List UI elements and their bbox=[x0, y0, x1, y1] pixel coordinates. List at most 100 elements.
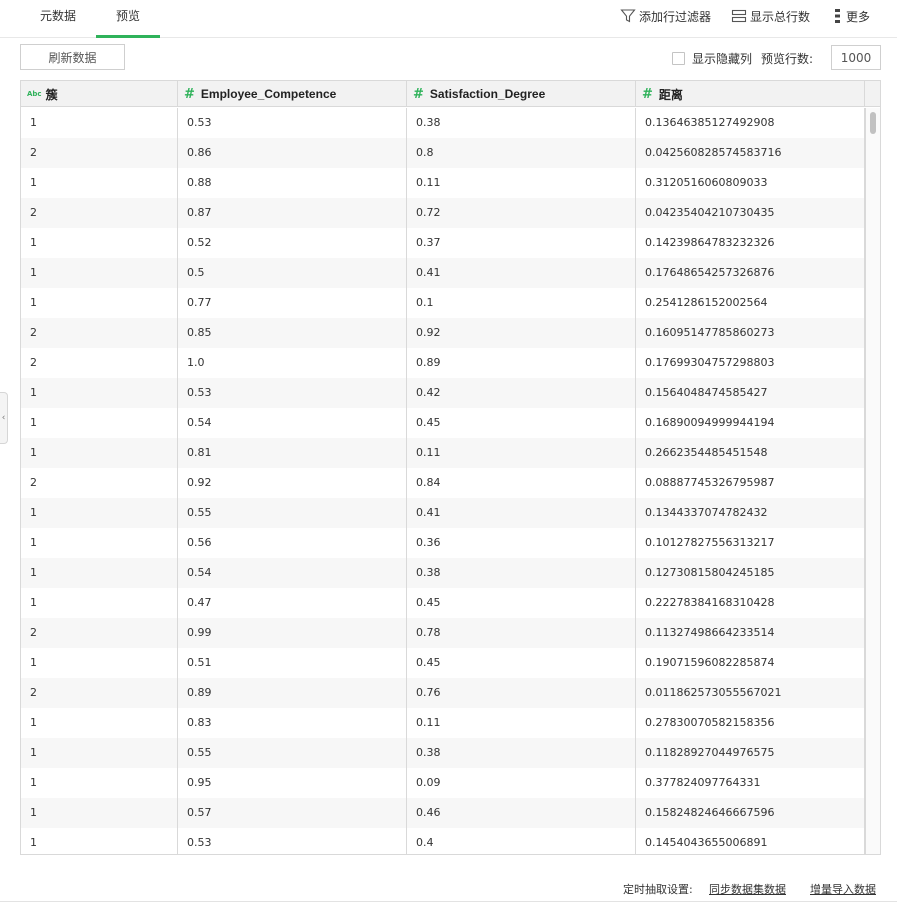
add-row-filter-label: 添加行过滤器 bbox=[639, 9, 712, 24]
table-cell: 0.1564048474585427 bbox=[636, 378, 865, 408]
table-row[interactable]: 1 0.83 0.11 0.27830070582158356 bbox=[21, 708, 865, 738]
vertical-scrollbar[interactable] bbox=[865, 108, 880, 854]
table-cell: 0.87 bbox=[178, 198, 407, 228]
table-row[interactable]: 2 0.86 0.8 0.042560828574583716 bbox=[21, 138, 865, 168]
table-cell: 1 bbox=[21, 558, 178, 588]
table-cell: 0.27830070582158356 bbox=[636, 708, 865, 738]
table-row[interactable]: 1 0.47 0.45 0.22278384168310428 bbox=[21, 588, 865, 618]
collapse-panel-handle[interactable]: ‹ bbox=[0, 392, 8, 444]
table-cell: 2 bbox=[21, 348, 178, 378]
table-row[interactable]: 1 0.55 0.41 0.1344337074782432 bbox=[21, 498, 865, 528]
preview-rows-label: 预览行数: bbox=[761, 52, 814, 66]
table-row[interactable]: 1 0.51 0.45 0.19071596082285874 bbox=[21, 648, 865, 678]
table-cell: 1 bbox=[21, 438, 178, 468]
scrollbar-thumb[interactable] bbox=[870, 112, 876, 134]
table-row[interactable]: 1 0.5 0.41 0.17648654257326876 bbox=[21, 258, 865, 288]
table-cell: 1 bbox=[21, 168, 178, 198]
table-cell: 0.56 bbox=[178, 528, 407, 558]
table-cell: 0.54 bbox=[178, 408, 407, 438]
column-header[interactable]: Abc 簇 bbox=[21, 81, 178, 107]
column-header-label: 距离 bbox=[658, 87, 683, 102]
table-cell: 0.3120516060809033 bbox=[636, 168, 865, 198]
more-label: 更多 bbox=[846, 9, 871, 24]
column-header-label: Satisfaction_Degree bbox=[429, 87, 546, 101]
show-hidden-columns-checkbox[interactable] bbox=[672, 52, 685, 65]
table-cell: 0.38 bbox=[407, 738, 636, 768]
show-hidden-columns-toggle[interactable]: 显示隐藏列 bbox=[672, 50, 752, 67]
add-row-filter-button[interactable]: 添加行过滤器 bbox=[620, 6, 711, 26]
table-row[interactable]: 2 0.87 0.72 0.04235404210730435 bbox=[21, 198, 865, 228]
table-cell: 0.17699304757298803 bbox=[636, 348, 865, 378]
table-row[interactable]: 2 0.92 0.84 0.08887745326795987 bbox=[21, 468, 865, 498]
table-row[interactable]: 1 0.52 0.37 0.14239864783232326 bbox=[21, 228, 865, 258]
table-cell: 1 bbox=[21, 708, 178, 738]
table-cell: 0.1454043655006891 bbox=[636, 828, 865, 854]
table-row[interactable]: 2 1.0 0.89 0.17699304757298803 bbox=[21, 348, 865, 378]
table-cell: 0.38 bbox=[407, 558, 636, 588]
table-cell: 0.12730815804245185 bbox=[636, 558, 865, 588]
column-header[interactable]: # 距离 bbox=[636, 81, 865, 107]
table-cell: 0.81 bbox=[178, 438, 407, 468]
table-cell: 1 bbox=[21, 258, 178, 288]
table-row[interactable]: 1 0.95 0.09 0.377824097764331 bbox=[21, 768, 865, 798]
table-cell: 1 bbox=[21, 228, 178, 258]
table-cell: 0.22278384168310428 bbox=[636, 588, 865, 618]
column-header-label: Employee_Competence bbox=[200, 87, 337, 101]
table-row[interactable]: 2 0.99 0.78 0.11327498664233514 bbox=[21, 618, 865, 648]
show-total-rows-button[interactable]: 显示总行数 bbox=[731, 6, 810, 26]
table-row[interactable]: 1 0.56 0.36 0.10127827556313217 bbox=[21, 528, 865, 558]
table-cell: 0.54 bbox=[178, 558, 407, 588]
more-button[interactable]: 更多 bbox=[833, 6, 870, 26]
number-type-icon: # bbox=[184, 86, 195, 102]
table-cell: 2 bbox=[21, 468, 178, 498]
table-cell: 0.2662354485451548 bbox=[636, 438, 865, 468]
table-row[interactable]: 1 0.54 0.45 0.16890094999944194 bbox=[21, 408, 865, 438]
tab-preview[interactable]: 预览 bbox=[96, 0, 160, 38]
table-cell: 0.11327498664233514 bbox=[636, 618, 865, 648]
table-cell: 0.42 bbox=[407, 378, 636, 408]
table-cell: 0.92 bbox=[178, 468, 407, 498]
table-row[interactable]: 2 0.89 0.76 0.011862573055567021 bbox=[21, 678, 865, 708]
refresh-data-button[interactable]: 刷新数据 bbox=[20, 44, 125, 70]
header-scroll-spacer bbox=[865, 81, 880, 107]
number-type-icon: # bbox=[413, 86, 424, 102]
table-row[interactable]: 2 0.85 0.92 0.16095147785860273 bbox=[21, 318, 865, 348]
table-cell: 0.85 bbox=[178, 318, 407, 348]
table-cell: 2 bbox=[21, 678, 178, 708]
table-row[interactable]: 1 0.57 0.46 0.15824824646667596 bbox=[21, 798, 865, 828]
table-row[interactable]: 1 0.88 0.11 0.3120516060809033 bbox=[21, 168, 865, 198]
column-header[interactable]: # Satisfaction_Degree bbox=[407, 81, 636, 107]
incremental-import-link[interactable]: 增量导入数据 bbox=[810, 881, 876, 897]
table-cell: 0.37 bbox=[407, 228, 636, 258]
more-icon bbox=[835, 9, 840, 23]
table-cell: 1 bbox=[21, 588, 178, 618]
tab-metadata[interactable]: 元数据 bbox=[22, 0, 94, 38]
table-cell: 0.45 bbox=[407, 648, 636, 678]
table-cell: 0.92 bbox=[407, 318, 636, 348]
scheduled-extract-label: 定时抽取设置: bbox=[623, 883, 693, 896]
grid-body: 1 0.53 0.38 0.13646385127492908 2 0.86 0.8 0.04… bbox=[21, 108, 865, 854]
table-cell: 0.84 bbox=[407, 468, 636, 498]
table-row[interactable]: 1 0.77 0.1 0.2541286152002564 bbox=[21, 288, 865, 318]
table-row[interactable]: 1 0.81 0.11 0.2662354485451548 bbox=[21, 438, 865, 468]
table-cell: 1 bbox=[21, 738, 178, 768]
table-row[interactable]: 1 0.53 0.4 0.1454043655006891 bbox=[21, 828, 865, 854]
filter-icon bbox=[620, 9, 636, 23]
table-row[interactable]: 1 0.53 0.38 0.13646385127492908 bbox=[21, 108, 865, 138]
table-cell: 0.36 bbox=[407, 528, 636, 558]
table-cell: 1 bbox=[21, 288, 178, 318]
table-cell: 0.47 bbox=[178, 588, 407, 618]
table-cell: 1 bbox=[21, 498, 178, 528]
column-header[interactable]: # Employee_Competence bbox=[178, 81, 407, 107]
sync-dataset-link[interactable]: 同步数据集数据 bbox=[709, 881, 786, 897]
rows-icon bbox=[731, 9, 747, 23]
table-cell: 0.17648654257326876 bbox=[636, 258, 865, 288]
table-row[interactable]: 1 0.53 0.42 0.1564048474585427 bbox=[21, 378, 865, 408]
table-cell: 0.72 bbox=[407, 198, 636, 228]
table-cell: 0.377824097764331 bbox=[636, 768, 865, 798]
preview-rows-input[interactable] bbox=[831, 45, 881, 70]
table-cell: 0.04235404210730435 bbox=[636, 198, 865, 228]
table-row[interactable]: 1 0.55 0.38 0.11828927044976575 bbox=[21, 738, 865, 768]
table-cell: 2 bbox=[21, 318, 178, 348]
table-row[interactable]: 1 0.54 0.38 0.12730815804245185 bbox=[21, 558, 865, 588]
